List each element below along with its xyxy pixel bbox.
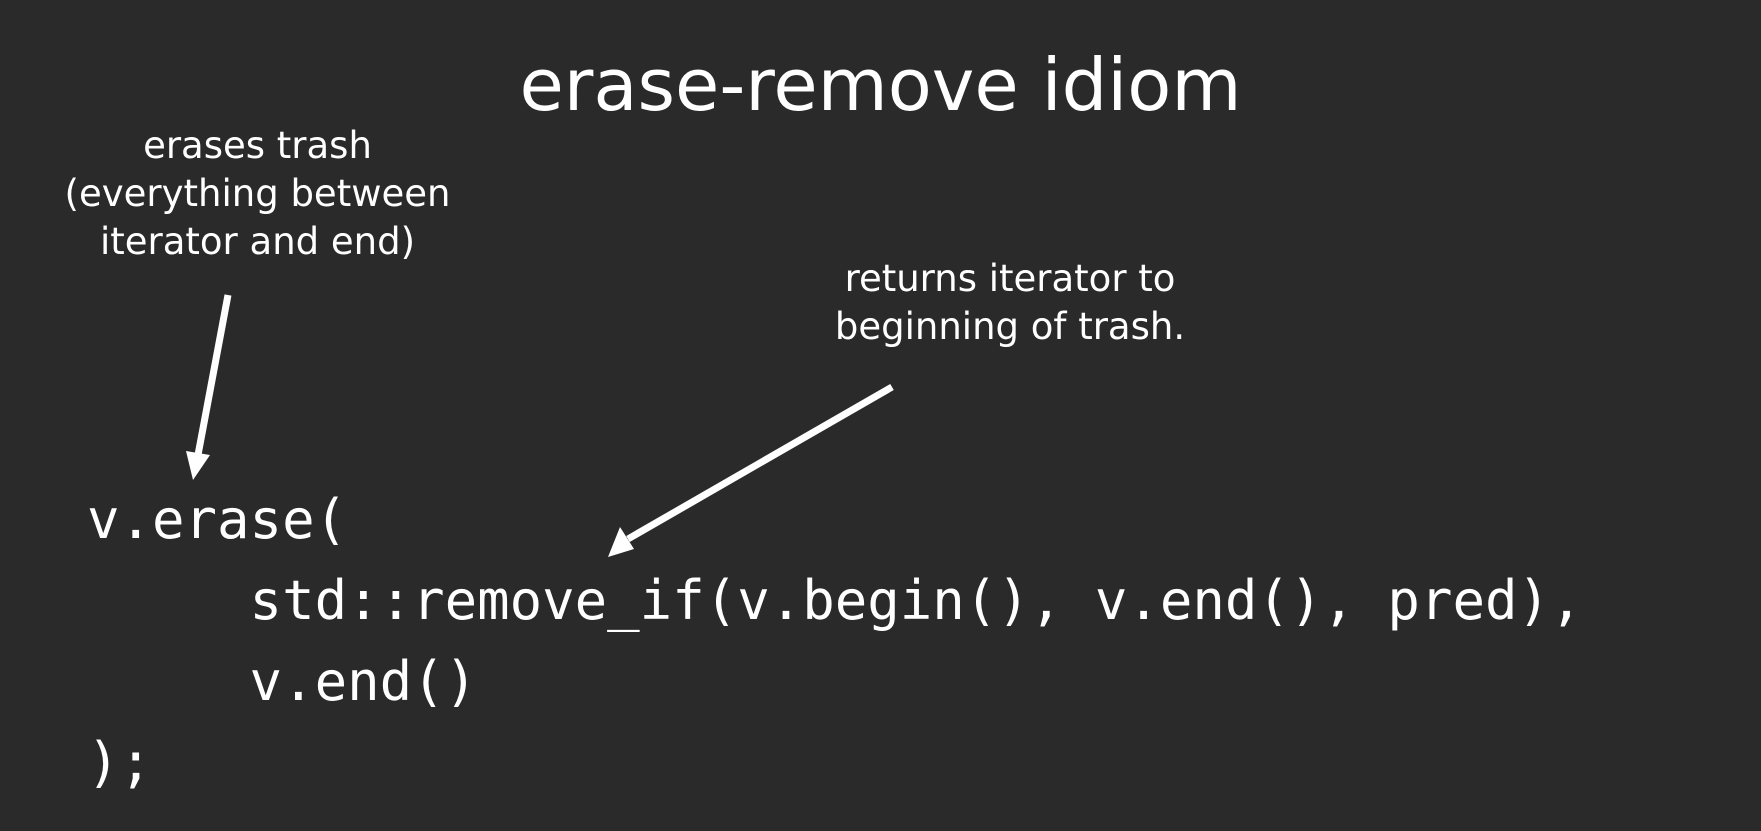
slide: erase-remove idiom erases trash (everyth… <box>0 0 1761 831</box>
code-line-1: v.erase( <box>87 488 348 551</box>
code-block: v.erase( std::remove_if(v.begin(), v.end… <box>87 479 1583 803</box>
code-line-2: std::remove_if(v.begin(), v.end(), pred)… <box>87 569 1583 632</box>
arrow-to-erase-icon <box>186 294 232 480</box>
code-line-3: v.end() <box>87 650 478 713</box>
code-line-4: ); <box>87 731 153 794</box>
